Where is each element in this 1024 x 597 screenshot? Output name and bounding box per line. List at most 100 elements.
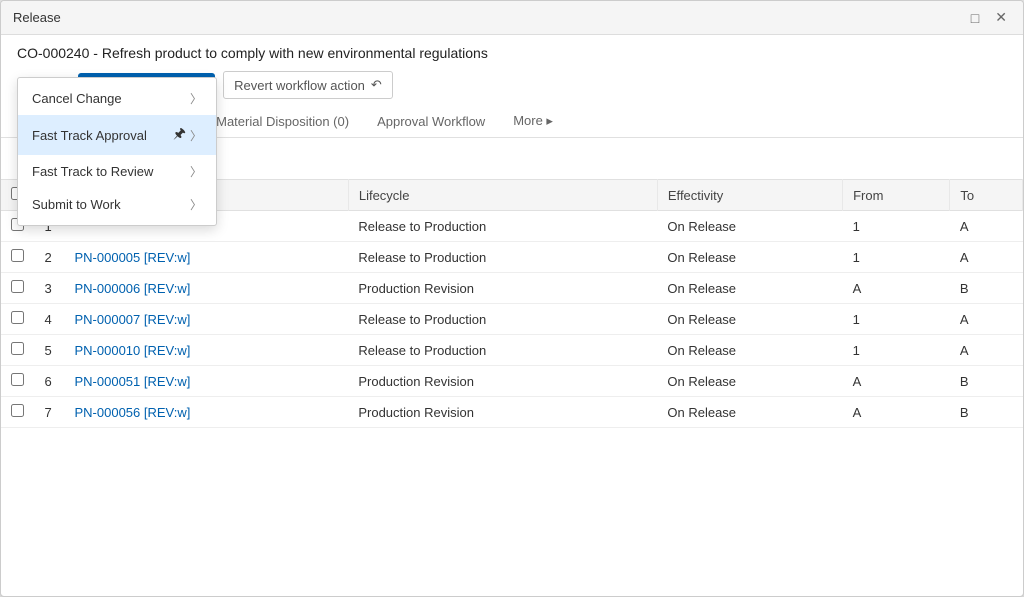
row-number-cell: 6 [35,366,65,397]
row-number-cell: 3 [35,273,65,304]
row-id-cell[interactable]: PN-000005 [REV:w] [65,242,349,273]
row-number-cell: 5 [35,335,65,366]
row-checkbox[interactable] [11,342,24,355]
chevron-right-icon: 〉 [190,90,202,107]
row-to-cell: B [950,366,1023,397]
col-from: From [843,180,950,211]
row-id-cell[interactable]: PN-000010 [REV:w] [65,335,349,366]
row-id-link[interactable]: PN-000010 [REV:w] [75,343,191,358]
row-lifecycle-cell: Production Revision [348,366,657,397]
col-to: To [950,180,1023,211]
row-effectivity-cell: On Release [657,397,842,428]
row-effectivity-cell: On Release [657,211,842,242]
revert-icon: ↶ [371,77,382,93]
window-controls: □ ✕ [967,7,1011,28]
revert-label: Revert workflow action [234,78,365,93]
row-lifecycle-cell: Production Revision [348,273,657,304]
row-from-cell: 1 [843,304,950,335]
record-separator: - [93,45,102,61]
record-title: CO-000240 - Refresh product to comply wi… [17,45,1007,61]
menu-item-submit-to-work[interactable]: Submit to Work 〉 [18,188,216,221]
row-lifecycle-cell: Release to Production [348,304,657,335]
row-from-cell: 1 [843,211,950,242]
row-checkbox-cell[interactable] [1,366,35,397]
row-checkbox[interactable] [11,373,24,386]
row-number-cell: 4 [35,304,65,335]
row-lifecycle-cell: Production Revision [348,397,657,428]
record-description: Refresh product to comply with new envir… [102,45,488,61]
table-row: 2 PN-000005 [REV:w] Release to Productio… [1,242,1023,273]
row-id-link[interactable]: PN-000006 [REV:w] [75,281,191,296]
row-checkbox[interactable] [11,404,24,417]
dropdown-overlay: Cancel Change 〉 Fast Track Approval 🖈 〉 … [17,77,217,226]
row-to-cell: B [950,397,1023,428]
row-to-cell: A [950,335,1023,366]
row-from-cell: A [843,273,950,304]
row-id-link[interactable]: PN-000056 [REV:w] [75,405,191,420]
minimize-button[interactable]: □ [967,7,983,28]
menu-item-cancel-change-label: Cancel Change [32,91,122,106]
row-lifecycle-cell: Release to Production [348,242,657,273]
row-effectivity-cell: On Release [657,335,842,366]
table-row: 3 PN-000006 [REV:w] Production Revision … [1,273,1023,304]
row-effectivity-cell: On Release [657,273,842,304]
row-to-cell: A [950,304,1023,335]
titlebar: Release □ ✕ [1,1,1023,35]
row-checkbox-cell[interactable] [1,242,35,273]
tab-approval-workflow[interactable]: Approval Workflow [363,108,499,137]
row-id-link[interactable]: PN-000051 [REV:w] [75,374,191,389]
menu-item-cancel-change[interactable]: Cancel Change 〉 [18,82,216,115]
row-checkbox-cell[interactable] [1,397,35,428]
row-to-cell: A [950,242,1023,273]
row-effectivity-cell: On Release [657,304,842,335]
row-to-cell: A [950,211,1023,242]
row-checkbox[interactable] [11,280,24,293]
row-id-cell[interactable]: PN-000007 [REV:w] [65,304,349,335]
content-area: CO-000240 - Refresh product to comply wi… [1,35,1023,596]
row-effectivity-cell: On Release [657,366,842,397]
workflow-dropdown-menu: Cancel Change 〉 Fast Track Approval 🖈 〉 … [17,77,217,226]
row-checkbox[interactable] [11,311,24,324]
row-id-cell[interactable]: PN-000051 [REV:w] [65,366,349,397]
menu-item-submit-to-work-label: Submit to Work [32,197,121,212]
row-from-cell: A [843,366,950,397]
row-id-link[interactable]: PN-000005 [REV:w] [75,250,191,265]
row-from-cell: 1 [843,335,950,366]
row-from-cell: 1 [843,242,950,273]
table-row: 5 PN-000010 [REV:w] Release to Productio… [1,335,1023,366]
row-from-cell: A [843,397,950,428]
row-checkbox-cell[interactable] [1,304,35,335]
table-row: 4 PN-000007 [REV:w] Release to Productio… [1,304,1023,335]
col-lifecycle: Lifecycle [348,180,657,211]
row-id-link[interactable]: PN-000007 [REV:w] [75,312,191,327]
table-container: # Lifecycle Effectivity From [1,179,1023,596]
window-title: Release [13,10,61,25]
menu-item-fast-track-approval-label: Fast Track Approval [32,128,147,143]
row-checkbox-cell[interactable] [1,335,35,366]
menu-item-fast-track-review-label: Fast Track to Review [32,164,153,179]
tab-more[interactable]: More ▸ [499,107,567,137]
table-row: 7 PN-000056 [REV:w] Production Revision … [1,397,1023,428]
row-number-cell: 2 [35,242,65,273]
col-effectivity: Effectivity [657,180,842,211]
revert-workflow-button[interactable]: Revert workflow action ↶ [223,71,393,99]
close-button[interactable]: ✕ [991,7,1011,28]
menu-item-fast-track-approval[interactable]: Fast Track Approval 🖈 〉 [18,115,216,155]
menu-cursor-icon: 🖈 〉 [169,123,202,147]
row-checkbox[interactable] [11,249,24,262]
row-to-cell: B [950,273,1023,304]
chevron-right-icon-4: 〉 [190,196,202,213]
row-id-cell[interactable]: PN-000006 [REV:w] [65,273,349,304]
record-id: CO-000240 [17,45,89,61]
row-number-cell: 7 [35,397,65,428]
row-lifecycle-cell: Release to Production [348,335,657,366]
chevron-right-icon-2: 〉 [190,127,202,144]
tab-material-disposition[interactable]: Material Disposition (0) [202,108,363,137]
row-checkbox-cell[interactable] [1,273,35,304]
row-id-cell[interactable]: PN-000056 [REV:w] [65,397,349,428]
row-effectivity-cell: On Release [657,242,842,273]
main-window: Release □ ✕ CO-000240 - Refresh product … [0,0,1024,597]
row-lifecycle-cell: Release to Production [348,211,657,242]
chevron-right-icon-3: 〉 [190,163,202,180]
menu-item-fast-track-review[interactable]: Fast Track to Review 〉 [18,155,216,188]
